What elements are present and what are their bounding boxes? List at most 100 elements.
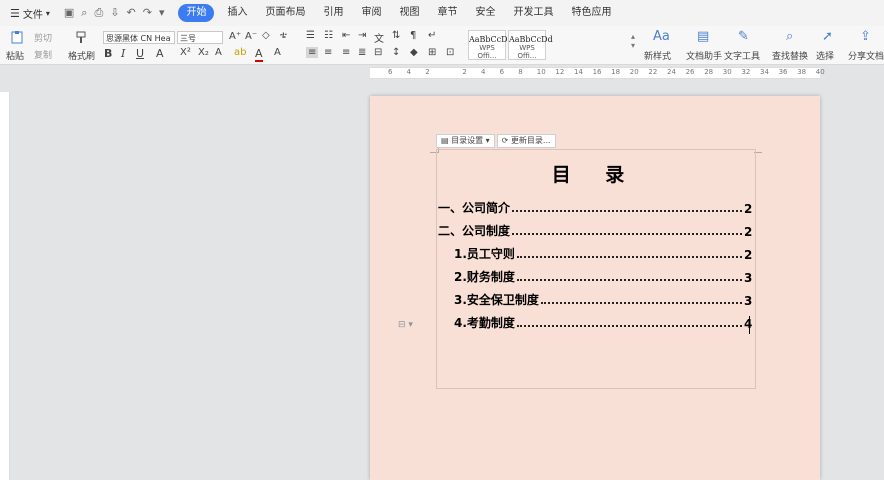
tab-3[interactable]: 引用 [314,4,352,22]
toc-update-button[interactable]: ⟳ 更新目录... [496,134,556,148]
tab-7[interactable]: 安全 [466,4,504,22]
style-name: WPS Offi... [477,44,497,60]
numbered-list-icon[interactable]: ☷ [324,30,333,41]
select-cursor-icon[interactable]: ➚ [822,29,833,44]
bullet-list-icon[interactable]: ☰ [306,30,315,41]
new-style-button[interactable]: 新样式 [644,49,671,62]
toc-entry[interactable]: 3.安全保卫制度 3 [454,292,752,308]
print-icon[interactable]: ⎙ [94,6,103,20]
justify-icon[interactable]: ≣ [358,47,366,58]
new-style-icon[interactable]: Aa [653,29,670,44]
cut-button[interactable]: 剪切 [34,31,52,44]
toc-entry[interactable]: 1.员工守则 2 [454,246,752,262]
toc-leader-dots [512,210,742,212]
tab-8[interactable]: 开发工具 [504,4,562,22]
doc-assistant-icon[interactable]: ▤ [697,29,709,44]
shrink-font-icon[interactable]: A⁻ [245,31,257,42]
superscript-icon[interactable]: X² [180,47,191,58]
toc-entry[interactable]: 二、公司制度 2 [438,223,752,239]
horizontal-ruler[interactable]: 6 4 2 2 4 6 8 10 12 14 16 18 20 22 24 26 28 30 32 34 36 38 40 [370,67,825,79]
share-button[interactable]: 分享文档 [848,49,884,62]
paragraph-handle-icon[interactable]: ⊟ ▾ [398,320,413,330]
style-preview-text: AaBbCcDd [469,35,513,44]
more-icon[interactable]: ▾ [159,6,165,20]
select-button[interactable]: 选择 [816,49,834,62]
paste-icon[interactable] [10,30,24,44]
vertical-ruler[interactable] [0,92,10,480]
char-shading-icon[interactable]: A [274,47,281,58]
paragraph-icon[interactable]: ↵ [428,30,436,41]
tab-6[interactable]: 章节 [428,4,466,22]
document-page[interactable]: ▤ 目录设置 ▾ ⟳ 更新目录... 目 录 一、公司简介 2 二、公司制度 2 1.员… [370,96,820,480]
search-icon[interactable]: ⌕ [786,29,793,44]
find-replace-button[interactable]: 查找替换 [772,49,808,62]
toc-leader-dots [512,233,742,235]
increase-indent-icon[interactable]: ⇥ [358,30,366,41]
toc-title: 目 录 [551,164,639,186]
text-color-icon[interactable]: A [255,47,263,62]
toc-entry-page: 2 [744,248,753,262]
text-tools-icon[interactable]: ✎ [738,29,749,44]
bold-icon[interactable]: B [104,47,112,60]
undo-icon[interactable]: ↶ [127,6,136,20]
chevron-down-icon: ▾ [45,8,50,18]
toc-toolbar: ▤ 目录设置 ▾ ⟳ 更新目录... [436,134,556,148]
print-preview-icon[interactable]: ⌕ [81,6,87,20]
toc-entry-page: 2 [744,225,753,239]
line-spacing-icon[interactable]: ↕ [392,47,400,58]
format-painter-icon[interactable] [74,30,88,44]
char-border-icon[interactable]: A [215,47,222,58]
underline-icon[interactable]: U [136,47,144,60]
tab-5[interactable]: 视图 [390,4,428,22]
align-right-icon[interactable]: ≡ [342,47,350,58]
decrease-indent-icon[interactable]: ⇤ [342,30,350,41]
tab-1[interactable]: 插入 [218,4,256,22]
toc-settings-button[interactable]: ▤ 目录设置 ▾ [436,134,495,148]
toc-entry-label: 1.员工守则 [454,247,515,261]
show-marks-icon[interactable]: ¶ [410,30,416,41]
chinese-layout-icon[interactable]: 文 [374,30,384,45]
highlight-icon[interactable]: ab [234,47,246,58]
toc-entry-label: 一、公司简介 [438,201,511,215]
toc-entry[interactable]: 一、公司简介 2 [438,200,752,216]
redo-icon[interactable]: ↷ [143,6,152,20]
tab-2[interactable]: 页面布局 [256,4,314,22]
align-center-icon[interactable]: ≡ [324,47,332,58]
sort-icon[interactable]: ⇅ [392,30,400,41]
copy-button[interactable]: 复制 [34,48,52,61]
share-icon[interactable]: ⇪ [860,29,871,44]
gallery-scroll-icon[interactable]: ▴ ▾ [631,32,635,50]
export-pdf-icon[interactable]: ⇩ [110,6,119,20]
style-preview-normal[interactable]: AaBbCcDd WPS Offi... [468,30,513,60]
toc-entry-label: 4.考勤制度 [454,316,515,330]
paste-button[interactable]: 粘贴 [6,49,24,62]
tab-0[interactable]: 开始 [178,4,215,22]
toc-entry[interactable]: 4.考勤制度 4 [454,315,752,331]
clear-format-icon[interactable]: ◇ [262,30,270,41]
italic-icon[interactable]: I [121,47,125,60]
font-size-select[interactable]: 三号 [177,31,223,44]
grow-font-icon[interactable]: A⁺ [229,31,241,42]
style-preview-second[interactable]: AaBbCcDd WPS Offi... [508,30,553,60]
borders-icon[interactable]: ⊞ [428,47,436,58]
toc-entry-label: 二、公司制度 [438,224,511,238]
text-tools-button[interactable]: 文字工具 [724,49,760,62]
toc-entry[interactable]: 2.财务制度 3 [454,269,752,285]
tab-4[interactable]: 审阅 [352,4,390,22]
doc-assistant-button[interactable]: 文档助手 [686,49,722,62]
distribute-icon[interactable]: ⊟ [374,47,382,58]
save-icon[interactable]: ▣ [64,6,74,20]
table-border-icon[interactable]: ⊡ [446,47,454,58]
font-color-a-icon[interactable]: A [156,47,164,60]
format-painter-button[interactable]: 格式刷 [68,49,95,62]
ruler-number: 30 [722,68,732,76]
toc-leader-dots [516,325,742,327]
subscript-icon[interactable]: X₂ [198,47,209,58]
tab-9[interactable]: 特色应用 [562,4,620,22]
phonetic-icon[interactable]: ቴ [280,30,287,41]
file-menu[interactable]: ☰ 文件 ▾ [10,6,50,21]
shading-icon[interactable]: ◆ [410,47,418,58]
align-left-icon[interactable]: ≡ [306,47,319,58]
toc-leader-dots [540,302,742,304]
font-name-select[interactable]: 思源黑体 CN Hea [103,31,175,44]
